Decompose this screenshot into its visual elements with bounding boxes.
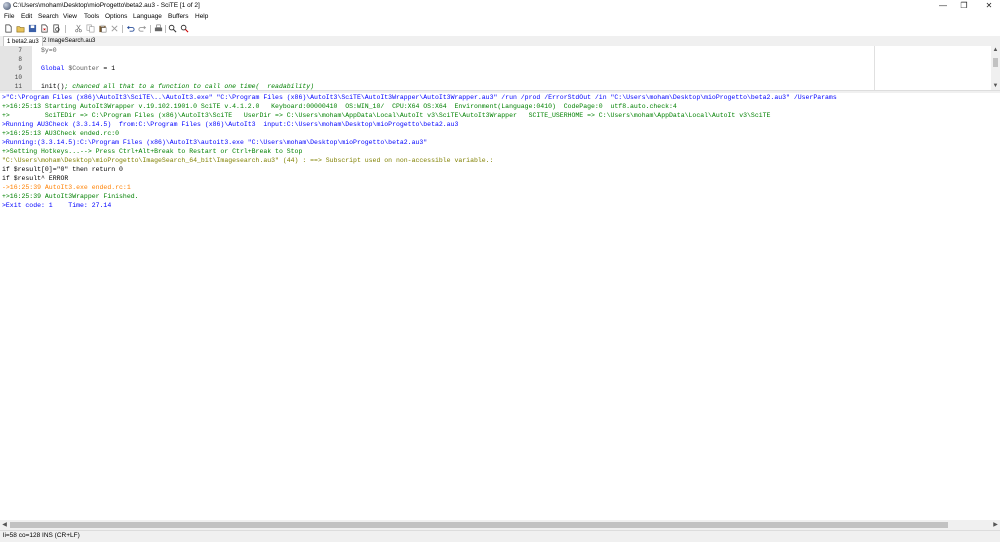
open-file-icon[interactable] bbox=[16, 24, 25, 33]
line-number: 9 bbox=[18, 65, 22, 72]
scroll-up-arrow-icon[interactable]: ▲ bbox=[991, 46, 1000, 54]
output-line: ->16:25:39 AutoIt3.exe ended.rc:1 bbox=[2, 184, 131, 191]
maximize-button[interactable]: ❐ bbox=[950, 0, 978, 12]
scroll-thumb[interactable] bbox=[993, 58, 998, 67]
close-file-icon[interactable] bbox=[40, 24, 49, 33]
scroll-right-arrow-icon[interactable]: ▶ bbox=[991, 520, 1000, 530]
toolbar bbox=[0, 22, 1000, 36]
menu-edit[interactable]: Edit bbox=[21, 13, 32, 20]
output-line: +>16:25:39 AutoIt3Wrapper Finished. bbox=[2, 193, 139, 200]
scroll-left-arrow-icon[interactable]: ◀ bbox=[0, 520, 9, 530]
keyword-global: Global bbox=[41, 65, 69, 72]
delete-icon[interactable] bbox=[110, 24, 119, 33]
save-icon[interactable] bbox=[28, 24, 37, 33]
code-text: $y=0 bbox=[41, 47, 57, 54]
print-icon[interactable] bbox=[154, 24, 163, 33]
code-line: 9 Global $Counter = 1 bbox=[0, 64, 991, 73]
output-line: >Running AU3Check (3.3.14.5) from:C:\Pro… bbox=[2, 121, 459, 128]
line-number: 11 bbox=[14, 83, 22, 90]
tab-beta2[interactable]: 1 beta2.au3 bbox=[3, 36, 43, 46]
toolbar-separator bbox=[122, 25, 123, 33]
output-line: +>Setting Hotkeys...--> Press Ctrl+Alt+B… bbox=[2, 148, 303, 155]
menu-buffers[interactable]: Buffers bbox=[168, 13, 188, 20]
code-line: 11 init(); chanced all that to a functio… bbox=[0, 82, 991, 90]
output-line: >Running:(3.3.14.5):C:\Program Files (x8… bbox=[2, 139, 428, 146]
find-replace-icon[interactable] bbox=[180, 24, 189, 33]
undo-icon[interactable] bbox=[126, 24, 135, 33]
toolbar-separator bbox=[150, 25, 151, 33]
code-line: 10 bbox=[0, 73, 991, 82]
print-preview-icon[interactable] bbox=[52, 24, 61, 33]
buffer-tab-bar: 1 beta2.au3 2 ImageSearch.au3 bbox=[0, 36, 1000, 46]
code-editor[interactable]: 7 $y=0 8 9 Global $Counter = 1 10 11 ini… bbox=[0, 46, 991, 90]
copy-icon[interactable] bbox=[86, 24, 95, 33]
code-text: Global $Counter = 1 bbox=[41, 64, 115, 73]
menu-language[interactable]: Language bbox=[133, 13, 162, 20]
output-line: +>16:25:13 AU3Check ended.rc:0 bbox=[2, 130, 120, 137]
scite-app-icon bbox=[3, 2, 11, 10]
output-line: >"C:\Program Files (x86)\AutoIt3\SciTE\.… bbox=[2, 94, 837, 101]
new-file-icon[interactable] bbox=[4, 24, 13, 33]
find-icon[interactable] bbox=[168, 24, 177, 33]
code-comment: ; chanced all that to a function to call… bbox=[64, 83, 315, 90]
output-line: if $result^ ERROR bbox=[2, 175, 69, 182]
menu-search[interactable]: Search bbox=[38, 13, 59, 20]
cut-icon[interactable] bbox=[74, 24, 83, 33]
menu-options[interactable]: Options bbox=[105, 13, 127, 20]
code-text: init(); chanced all that to a function t… bbox=[41, 82, 314, 90]
line-number: 10 bbox=[14, 74, 22, 81]
menu-tools[interactable]: Tools bbox=[84, 13, 99, 20]
code-assignment: = 1 bbox=[99, 65, 116, 72]
scroll-thumb[interactable] bbox=[10, 522, 948, 528]
toolbar-separator bbox=[65, 25, 66, 33]
code-line: 8 bbox=[0, 55, 991, 64]
output-line: >Exit code: 1 Time: 27.14 bbox=[2, 202, 112, 209]
window-title: C:\Users\moham\Desktop\mioProgetto\beta2… bbox=[13, 2, 200, 9]
menu-bar: File Edit Search View Tools Options Lang… bbox=[0, 12, 1000, 22]
close-button[interactable]: ✕ bbox=[975, 0, 1000, 12]
status-bar: li=58 co=128 INS (CR+LF) bbox=[0, 530, 1000, 542]
menu-file[interactable]: File bbox=[4, 13, 14, 20]
line-number: 7 bbox=[18, 47, 22, 54]
line-number: 8 bbox=[18, 56, 22, 63]
status-text: li=58 co=128 INS (CR+LF) bbox=[3, 532, 80, 539]
menu-view[interactable]: View bbox=[63, 13, 77, 20]
title-bar: C:\Users\moham\Desktop\mioProgetto\beta2… bbox=[0, 0, 1000, 12]
toolbar-separator bbox=[165, 25, 166, 33]
output-pane[interactable]: >"C:\Program Files (x86)\AutoIt3\SciTE\.… bbox=[0, 93, 1000, 520]
editor-vertical-scrollbar[interactable]: ▲ ▼ bbox=[991, 46, 1000, 90]
output-line: +>16:25:13 Starting AutoIt3Wrapper v.19.… bbox=[2, 103, 677, 110]
output-line: if $result[0]="0" then return 0 bbox=[2, 166, 123, 173]
tab-imagesearch[interactable]: 2 ImageSearch.au3 bbox=[40, 36, 98, 46]
code-line: 7 $y=0 bbox=[0, 46, 991, 55]
paste-icon[interactable] bbox=[98, 24, 107, 33]
menu-help[interactable]: Help bbox=[195, 13, 208, 20]
redo-icon[interactable] bbox=[138, 24, 147, 33]
variable-counter: $Counter bbox=[68, 65, 100, 72]
scroll-down-arrow-icon[interactable]: ▼ bbox=[991, 82, 1000, 90]
output-line: "C:\Users\moham\Desktop\mioProgetto\Imag… bbox=[2, 157, 494, 164]
horizontal-scrollbar[interactable]: ◀ ▶ bbox=[0, 520, 1000, 530]
function-call: init() bbox=[41, 83, 65, 90]
output-line: +> SciTEDir => C:\Program Files (x86)\Au… bbox=[2, 112, 771, 119]
